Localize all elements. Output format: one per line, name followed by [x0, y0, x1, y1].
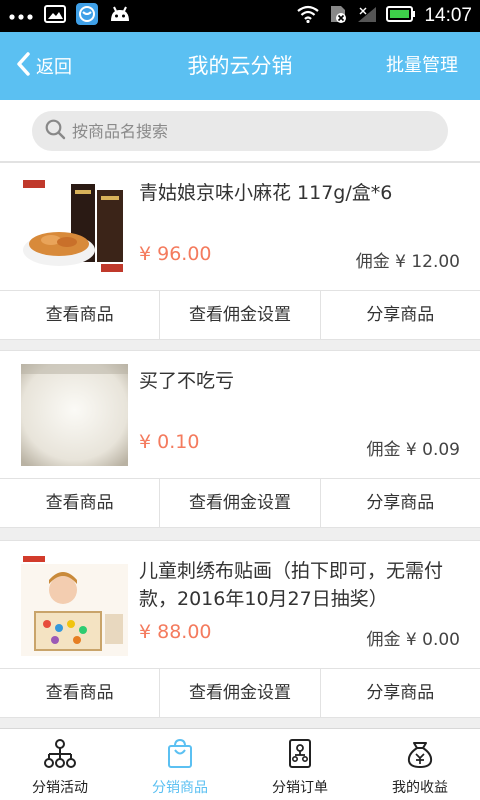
tab-label: 分销订单	[272, 780, 328, 796]
search-input[interactable]	[72, 121, 432, 141]
view-product-button[interactable]: 查看商品	[0, 669, 161, 717]
product-actions: 查看商品 查看佣金设置 分享商品	[0, 290, 480, 339]
gallery-icon	[44, 5, 66, 27]
product-price: ¥ 96.00	[139, 243, 212, 265]
batch-manage-button[interactable]: 批量管理	[386, 32, 458, 100]
view-product-button[interactable]: 查看商品	[0, 479, 161, 527]
wifi-icon	[296, 5, 320, 27]
view-commission-button[interactable]: 查看佣金设置	[160, 291, 321, 339]
product-price: ¥ 88.00	[139, 621, 212, 643]
product-card: 儿童刺绣布贴画（拍下即可，无需付款，2016年10月27日抽奖） ¥ 88.00…	[0, 540, 480, 718]
signal-icon	[356, 5, 378, 27]
org-chart-icon	[43, 739, 77, 773]
tab-label: 分销活动	[32, 780, 88, 796]
search-icon	[44, 118, 66, 144]
browser-icon	[76, 3, 98, 29]
product-name: 儿童刺绣布贴画（拍下即可，无需付款，2016年10月27日抽奖）	[139, 560, 444, 610]
no-sim-icon	[328, 4, 348, 28]
view-commission-button[interactable]: 查看佣金设置	[160, 479, 321, 527]
more-dots-icon	[8, 7, 34, 26]
product-price: ¥ 0.10	[139, 431, 200, 453]
battery-icon	[386, 6, 416, 26]
android-icon	[108, 5, 132, 27]
tab-distribution-activity[interactable]: 分销活动	[0, 729, 120, 800]
product-name: 买了不吃亏	[139, 370, 235, 392]
product-image[interactable]	[21, 176, 128, 278]
shopping-bag-icon	[165, 738, 195, 773]
money-bag-icon	[405, 739, 435, 773]
order-doc-icon	[286, 739, 314, 773]
product-image[interactable]	[21, 554, 128, 656]
tab-distribution-orders[interactable]: 分销订单	[240, 729, 360, 800]
product-card: 买了不吃亏 ¥ 0.10 佣金 ¥ 0.09 查看商品 查看佣金设置 分享商品	[0, 350, 480, 528]
view-commission-button[interactable]: 查看佣金设置	[160, 669, 321, 717]
search-bar	[0, 100, 480, 162]
share-product-button[interactable]: 分享商品	[321, 669, 480, 717]
tab-distribution-products[interactable]: 分销商品	[120, 729, 240, 800]
tab-label: 我的收益	[392, 780, 448, 796]
bottom-tab-bar: 分销活动 分销商品 分销订单 我的收益	[0, 728, 480, 800]
clock: 14:07	[424, 5, 472, 26]
product-image[interactable]	[21, 364, 128, 466]
product-commission: 佣金 ¥ 12.00	[355, 252, 460, 272]
status-bar: 14:07	[0, 0, 480, 32]
tab-my-earnings[interactable]: 我的收益	[360, 729, 480, 800]
product-actions: 查看商品 查看佣金设置 分享商品	[0, 668, 480, 717]
product-actions: 查看商品 查看佣金设置 分享商品	[0, 478, 480, 527]
search-box[interactable]	[32, 111, 448, 151]
tab-label: 分销商品	[152, 780, 208, 796]
title-bar: 返回 我的云分销 批量管理	[0, 32, 480, 100]
product-name: 青姑娘京味小麻花 117g/盒*6	[139, 182, 393, 204]
share-product-button[interactable]: 分享商品	[321, 291, 480, 339]
product-card: 青姑娘京味小麻花 117g/盒*6 ¥ 96.00 佣金 ¥ 12.00 查看商…	[0, 162, 480, 340]
share-product-button[interactable]: 分享商品	[321, 479, 480, 527]
product-commission: 佣金 ¥ 0.00	[366, 630, 460, 650]
view-product-button[interactable]: 查看商品	[0, 291, 161, 339]
product-commission: 佣金 ¥ 0.09	[366, 440, 460, 460]
